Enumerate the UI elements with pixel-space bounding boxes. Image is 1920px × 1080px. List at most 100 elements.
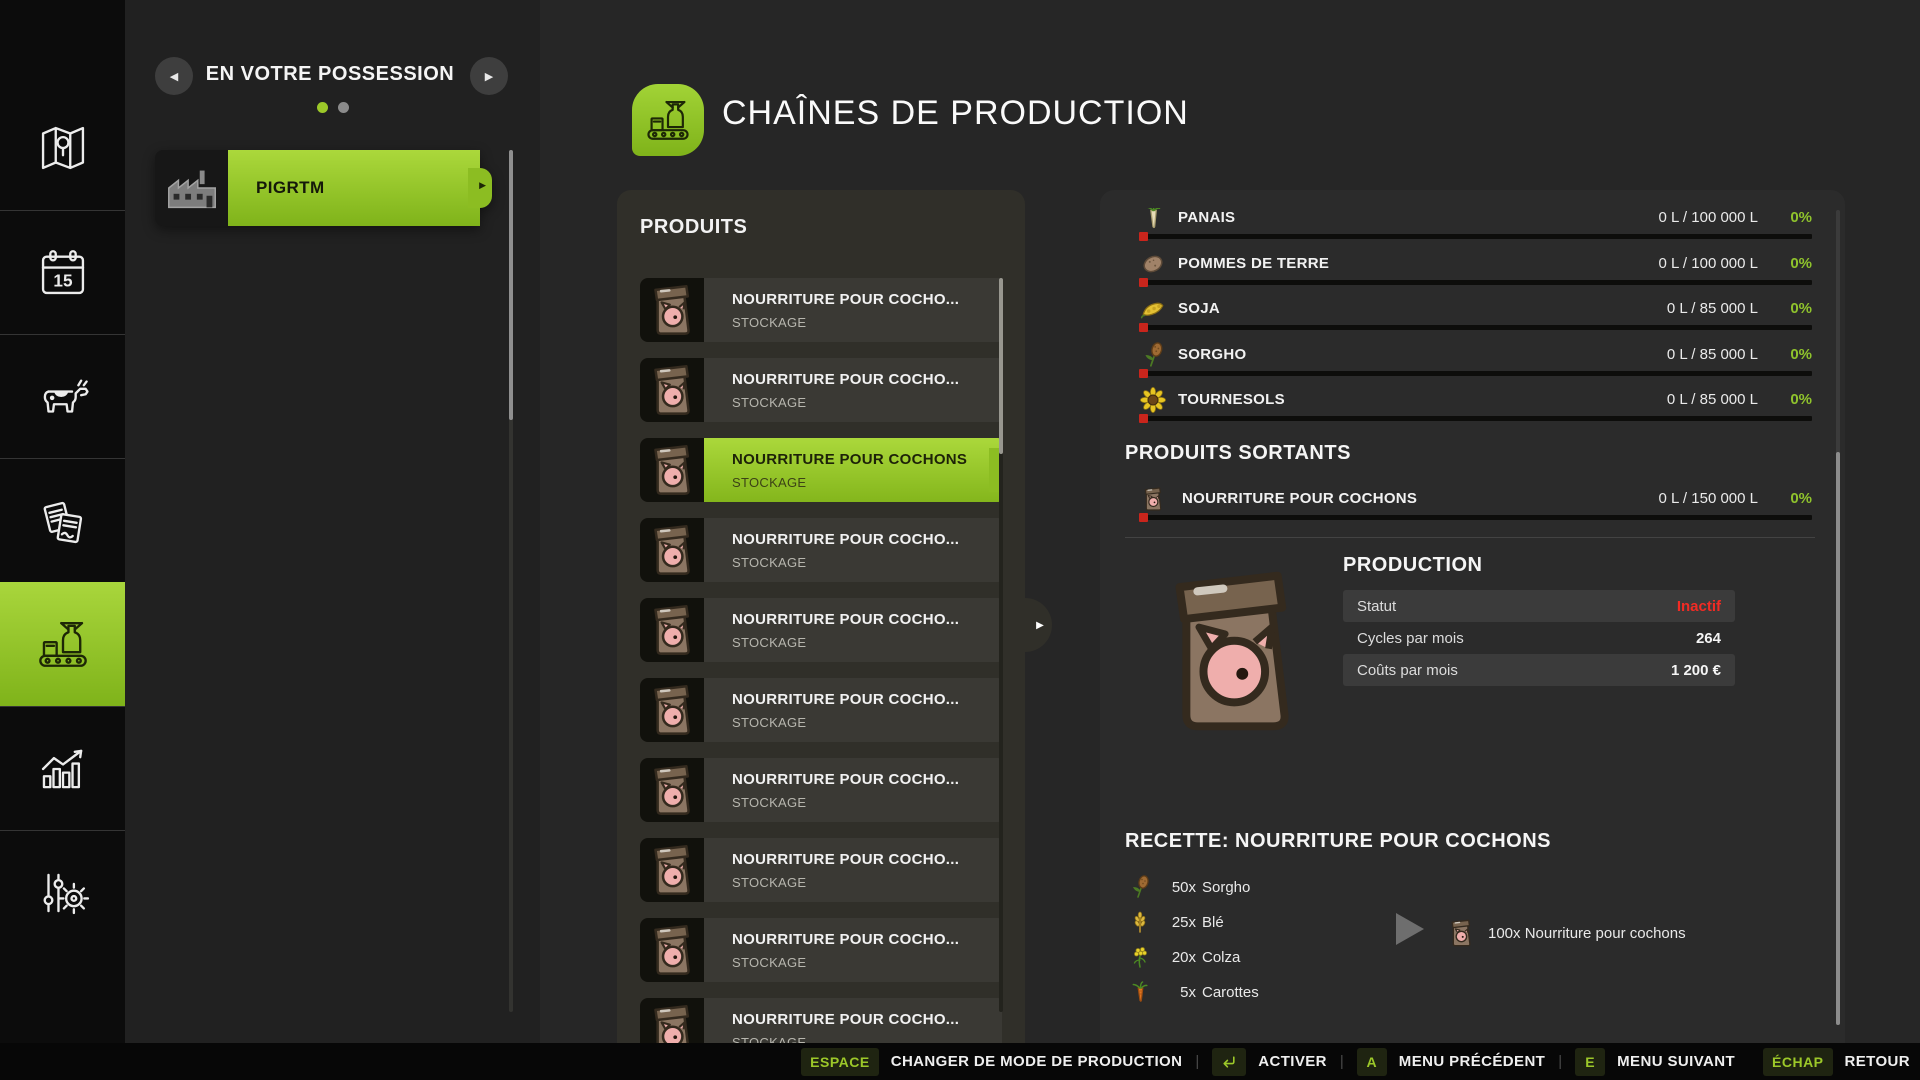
pig-feed-bag-icon	[647, 282, 697, 338]
pig-feed-bag-icon	[640, 758, 704, 822]
sidebar-item-production[interactable]	[0, 582, 125, 706]
product-item-title: NOURRITURE POUR COCHO...	[732, 611, 1002, 628]
product-list-item[interactable]: NOURRITURE POUR COCHO...STOCKAGE	[640, 358, 1002, 422]
keybind-label: RETOUR	[1845, 1053, 1910, 1070]
product-list-item[interactable]: NOURRITURE POUR COCHO...STOCKAGE	[640, 598, 1002, 662]
sidebar-item-animals[interactable]	[0, 334, 125, 458]
expand-details-button[interactable]: ▶	[1022, 598, 1052, 652]
product-item-body: NOURRITURE POUR COCHO...STOCKAGE	[704, 598, 1002, 662]
production-stat-row: Coûts par mois1 200 €	[1343, 654, 1735, 686]
sidebar: 15 ▶	[0, 0, 125, 1080]
fill-level-row: SORGHO0 L / 85 000 L0%	[1100, 344, 1845, 366]
products-scrollbar[interactable]	[999, 278, 1003, 1012]
pig-feed-bag-icon	[640, 998, 704, 1043]
pig-feed-bag-icon	[647, 362, 697, 418]
product-list-item[interactable]: NOURRITURE POUR COCHO...STOCKAGE	[640, 758, 1002, 822]
product-list-item[interactable]: NOURRITURE POUR COCHO...STOCKAGE	[640, 278, 1002, 342]
page-dot-2[interactable]	[338, 102, 349, 113]
details-scrollbar[interactable]	[1836, 210, 1840, 1025]
recipe-output: 100x Nourriture pour cochons	[1448, 918, 1686, 948]
product-list-item[interactable]: NOURRITURE POUR COCHO...STOCKAGE	[640, 998, 1002, 1043]
sidebar-item-settings[interactable]	[0, 830, 125, 954]
sidebar-item-statistics[interactable]	[0, 706, 125, 830]
keybind-separator: |	[1340, 1053, 1344, 1070]
sunflower-icon	[1140, 387, 1166, 413]
page-icon	[632, 84, 704, 156]
product-list-item[interactable]: NOURRITURE POUR COCHO...STOCKAGE	[640, 518, 1002, 582]
product-item-subtitle: STOCKAGE	[732, 955, 1002, 970]
fill-percent: 0%	[1790, 209, 1812, 226]
stat-value: 264	[1696, 630, 1721, 647]
product-item-body: NOURRITURE POUR COCHO...STOCKAGE	[704, 358, 1002, 422]
pig-feed-bag-icon	[640, 518, 704, 582]
product-item-subtitle: STOCKAGE	[732, 475, 1002, 490]
production-chain-icon	[643, 95, 693, 145]
recipe-output-label: 100x Nourriture pour cochons	[1488, 925, 1686, 942]
owned-production-card[interactable]: PIGRTM ▶	[155, 150, 487, 226]
key-badge: E	[1575, 1048, 1605, 1076]
possession-next-button[interactable]: ▶	[470, 57, 508, 95]
keybind-menu-suivant[interactable]: EMENU SUIVANT	[1575, 1048, 1735, 1076]
svg-text:15: 15	[53, 270, 73, 290]
possession-pagination[interactable]	[125, 102, 540, 113]
pig-feed-bag-icon	[647, 522, 697, 578]
product-list-item[interactable]: NOURRITURE POUR COCHONSSTOCKAGE▶	[640, 438, 1002, 502]
fill-percent: 0%	[1790, 490, 1812, 507]
statistics-icon	[34, 740, 92, 798]
sidebar-item-calendar[interactable]: 15	[0, 210, 125, 334]
ingredient-name: Sorgho	[1202, 879, 1250, 896]
product-item-title: NOURRITURE POUR COCHO...	[732, 291, 1002, 308]
product-item-subtitle: STOCKAGE	[732, 555, 1002, 570]
possession-title: EN VOTRE POSSESSION	[185, 63, 475, 86]
fill-level-value: 0 L / 85 000 L	[1667, 346, 1758, 363]
pig-feed-bag-icon	[647, 682, 697, 738]
possession-scrollbar[interactable]	[509, 150, 513, 1012]
product-list-item[interactable]: NOURRITURE POUR COCHO...STOCKAGE	[640, 678, 1002, 742]
sidebar-item-map[interactable]	[0, 86, 125, 210]
input-products-list: PANAIS 0 L / 100 000 L 0% POMMES DE TERRE0 …	[1100, 208, 1845, 438]
product-list-item[interactable]: NOURRITURE POUR COCHO...STOCKAGE	[640, 918, 1002, 982]
pig-feed-bag-icon	[647, 762, 697, 818]
products-list: NOURRITURE POUR COCHO...STOCKAGENOURRITU…	[640, 278, 1002, 1043]
product-item-title: NOURRITURE POUR COCHO...	[732, 851, 1002, 868]
fill-percent: 0%	[1790, 391, 1812, 408]
product-list-item[interactable]: NOURRITURE POUR COCHO...STOCKAGE	[640, 838, 1002, 902]
recipe-title: RECETTE: NOURRITURE POUR COCHONS	[1125, 830, 1551, 853]
ingredient-row: 20xColza	[1128, 945, 1240, 969]
parsnip-icon	[1140, 208, 1166, 231]
fill-level-row: TOURNESOLS0 L / 85 000 L0%	[1100, 389, 1845, 411]
page-title: CHAÎNES DE PRODUCTION	[722, 94, 1189, 133]
keybind-activer[interactable]: ACTIVER	[1212, 1048, 1327, 1076]
keybind-changer-de-mode-de-production[interactable]: ESPACECHANGER DE MODE DE PRODUCTION	[801, 1048, 1182, 1076]
keybind-retour[interactable]: ÉCHAPRETOUR	[1763, 1048, 1910, 1076]
ingredient-row: 5xCarottes	[1128, 980, 1259, 1004]
page-dot-1[interactable]	[317, 102, 328, 113]
fill-type-name: PANAIS	[1178, 209, 1235, 226]
fill-level-row: SOJA0 L / 85 000 L0%	[1100, 298, 1845, 320]
stat-label: Statut	[1357, 598, 1396, 615]
stat-value: 1 200 €	[1671, 662, 1721, 679]
fill-type-name: TOURNESOLS	[1178, 391, 1285, 408]
sidebar-item-contracts[interactable]	[0, 458, 125, 582]
pig-feed-bag-icon	[640, 918, 704, 982]
ingredient-name: Colza	[1202, 949, 1240, 966]
fill-level-value: 0 L / 100 000 L	[1658, 209, 1758, 226]
fill-level-row: PANAIS 0 L / 100 000 L 0%	[1100, 208, 1845, 229]
fill-level-value: 0 L / 85 000 L	[1667, 300, 1758, 317]
key-badge: ESPACE	[801, 1048, 879, 1076]
ingredient-qty: 50x	[1156, 879, 1196, 896]
fill-level-row: POMMES DE TERRE0 L / 100 000 L0%	[1100, 253, 1845, 275]
products-panel-title: PRODUITS	[640, 216, 747, 239]
product-item-body: NOURRITURE POUR COCHO...STOCKAGE	[704, 758, 1002, 822]
ingredient-qty: 5x	[1156, 984, 1196, 1001]
product-item-title: NOURRITURE POUR COCHO...	[732, 371, 1002, 388]
fill-type-name: SOJA	[1178, 300, 1220, 317]
calendar-icon: 15	[34, 244, 92, 302]
product-item-body: NOURRITURE POUR COCHONSSTOCKAGE	[704, 438, 1002, 502]
pig-feed-bag-icon	[640, 358, 704, 422]
pig-feed-bag-icon	[1140, 486, 1166, 512]
production-details-panel: PANAIS 0 L / 100 000 L 0% POMMES DE TERRE0 …	[1100, 190, 1845, 1043]
keybind-menu-pr-c-dent[interactable]: AMENU PRÉCÉDENT	[1357, 1048, 1545, 1076]
sorghum-icon	[1128, 875, 1152, 899]
canola-icon	[1128, 945, 1152, 969]
